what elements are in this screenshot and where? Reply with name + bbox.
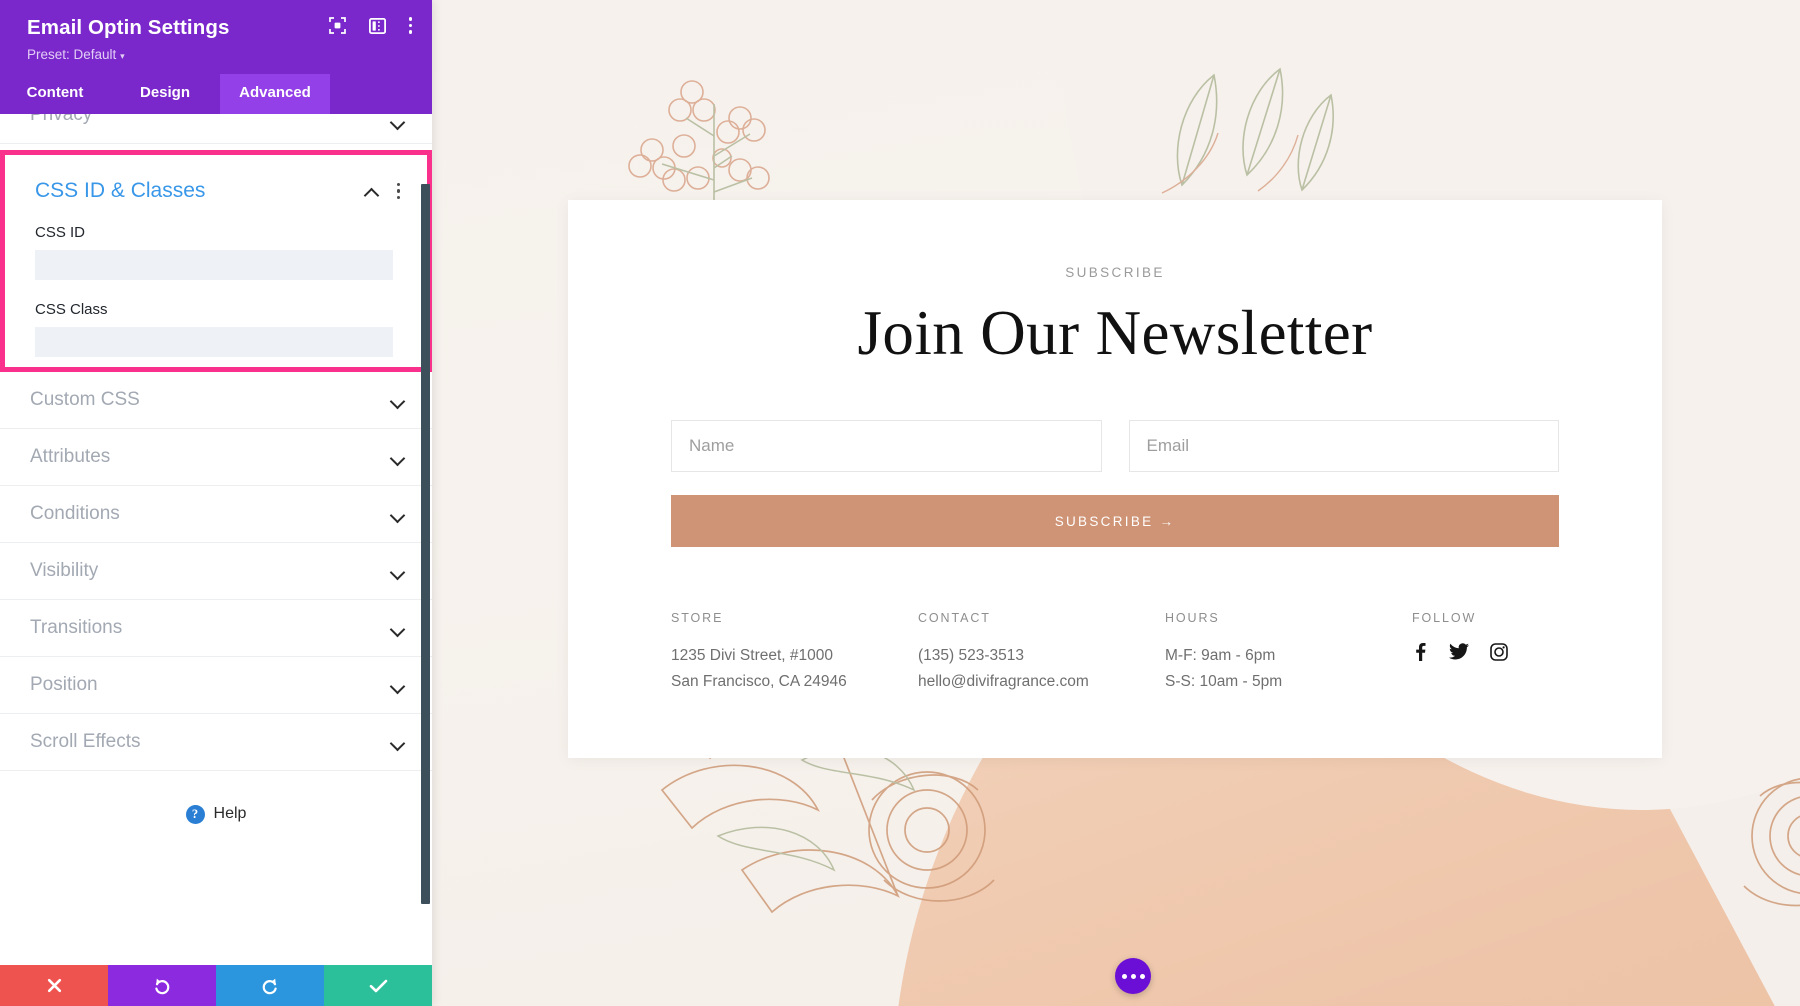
instagram-icon[interactable] (1490, 643, 1508, 661)
chevron-down-icon (391, 117, 405, 126)
accordion-title: CSS ID & Classes (35, 179, 206, 202)
redo-icon (262, 978, 277, 994)
twitter-icon[interactable] (1449, 643, 1469, 661)
optin-eyebrow: SUBSCRIBE (1065, 265, 1165, 280)
accordion-label: Privacy (30, 114, 93, 125)
optin-footer-columns: STORE 1235 Divi Street, #1000 San Franci… (671, 611, 1559, 695)
accordion-scroll-effects[interactable]: Scroll Effects (0, 714, 432, 771)
chevron-down-icon (391, 681, 405, 690)
ellipsis-dot (1121, 973, 1127, 979)
footer-heading: CONTACT (918, 611, 991, 625)
social-links (1412, 643, 1508, 661)
accordion-css-id-and-classes: CSS ID & Classes CSS ID CSS Class (0, 150, 432, 372)
accordion-visibility[interactable]: Visibility (0, 543, 432, 600)
accordion-label: Transitions (30, 617, 123, 638)
footer-line-email: hello@divifragrance.com (918, 673, 1089, 690)
chevron-up-icon[interactable] (365, 187, 379, 196)
floral-berries-left-icon (628, 80, 770, 210)
footer-line: San Francisco, CA 24946 (671, 673, 847, 690)
css-id-label: CSS ID (35, 224, 86, 241)
accordion-transitions[interactable]: Transitions (0, 600, 432, 657)
panel-body: Privacy CSS ID & Classes CSS ID CSS Clas… (0, 114, 432, 965)
name-input[interactable] (689, 436, 1084, 456)
kebab-menu-icon[interactable] (396, 182, 400, 200)
undo-button[interactable] (108, 965, 216, 1006)
undo-icon (155, 978, 170, 994)
css-class-field-group: CSS Class (5, 301, 427, 357)
cancel-button[interactable] (0, 965, 108, 1006)
chevron-down-icon (391, 453, 405, 462)
redo-button[interactable] (216, 965, 324, 1006)
page-settings-fab[interactable] (1115, 958, 1151, 994)
footer-line: S-S: 10am - 5pm (1165, 673, 1283, 690)
subscribe-button[interactable]: SUBSCRIBE → (671, 495, 1559, 547)
accordion-label: Custom CSS (30, 389, 140, 410)
module-settings-panel: Email Optin Settings Preset: Default ▾ C… (0, 0, 432, 1006)
facebook-icon[interactable] (1412, 643, 1428, 661)
email-input[interactable] (1146, 436, 1541, 456)
optin-headline: Join Our Newsletter (857, 298, 1373, 368)
accordion-privacy[interactable]: Privacy (0, 114, 432, 144)
accordion-conditions[interactable]: Conditions (0, 486, 432, 543)
help-label: Help (213, 805, 247, 822)
help-question-icon: ? (185, 804, 205, 824)
accordion-header[interactable]: CSS ID & Classes (5, 155, 427, 203)
chevron-down-icon: ▾ (120, 51, 125, 61)
ellipsis-dot (1130, 973, 1136, 979)
tab-content[interactable]: Content (0, 74, 110, 114)
footer-column-hours: HOURS M-F: 9am - 6pm S-S: 10am - 5pm (1165, 611, 1412, 695)
email-field-wrapper[interactable] (1128, 420, 1559, 472)
panel-header-icons (328, 17, 412, 34)
close-icon (47, 978, 61, 993)
accordion-custom-css[interactable]: Custom CSS (0, 372, 432, 429)
accordion-attributes[interactable]: Attributes (0, 429, 432, 486)
footer-column-store: STORE 1235 Divi Street, #1000 San Franci… (671, 611, 918, 695)
panel-preset-label: Preset: Default (27, 47, 117, 62)
name-field-wrapper[interactable] (671, 420, 1102, 472)
panel-scrollbar-thumb[interactable] (421, 184, 430, 904)
tab-advanced[interactable]: Advanced (220, 74, 330, 114)
email-optin-module: SUBSCRIBE Join Our Newsletter SUBSCRIBE … (568, 200, 1662, 758)
css-id-input[interactable] (35, 250, 393, 280)
footer-heading: HOURS (1165, 611, 1220, 625)
css-id-field-group: CSS ID (5, 224, 427, 280)
accordion-label: Conditions (30, 503, 120, 524)
layout-toggle-icon[interactable] (368, 17, 386, 34)
fullscreen-icon[interactable] (328, 17, 346, 34)
footer-heading: FOLLOW (1412, 611, 1477, 625)
chevron-down-icon (391, 396, 405, 405)
footer-line: 1235 Divi Street, #1000 (671, 647, 833, 664)
panel-preset-selector[interactable]: Preset: Default ▾ (27, 47, 412, 62)
check-icon (369, 979, 387, 992)
css-class-input[interactable] (35, 327, 393, 357)
ellipsis-dot (1139, 973, 1145, 979)
chevron-down-icon (391, 624, 405, 633)
floral-leaves-right-icon (1161, 67, 1334, 194)
footer-line: M-F: 9am - 6pm (1165, 647, 1276, 664)
optin-fields-row (671, 420, 1559, 472)
accordion-position[interactable]: Position (0, 657, 432, 714)
panel-tabs: Content Design Advanced (0, 74, 432, 114)
help-link[interactable]: ? Help (0, 771, 432, 857)
accordion-label: Visibility (30, 560, 99, 581)
footer-line-phone: (135) 523-3513 (918, 647, 1024, 664)
chevron-down-icon (391, 738, 405, 747)
accordion-label: Scroll Effects (30, 731, 141, 752)
panel-scroll-content: Privacy CSS ID & Classes CSS ID CSS Clas… (0, 114, 432, 857)
accordion-label: Position (30, 674, 98, 695)
footer-heading: STORE (671, 611, 724, 625)
footer-column-follow: FOLLOW (1412, 611, 1508, 695)
tab-design[interactable]: Design (110, 74, 220, 114)
css-class-label: CSS Class (35, 301, 108, 318)
accordion-label: Attributes (30, 446, 111, 467)
save-button[interactable] (324, 965, 432, 1006)
floral-roses-bottom-right-icon (1743, 778, 1800, 907)
panel-action-bar (0, 965, 432, 1006)
panel-header: Email Optin Settings Preset: Default ▾ (0, 0, 432, 74)
kebab-menu-icon[interactable] (408, 17, 412, 34)
chevron-down-icon (391, 567, 405, 576)
chevron-down-icon (391, 510, 405, 519)
footer-column-contact: CONTACT (135) 523-3513 hello@divifragran… (918, 611, 1165, 695)
accordion-header-icons (365, 182, 400, 200)
